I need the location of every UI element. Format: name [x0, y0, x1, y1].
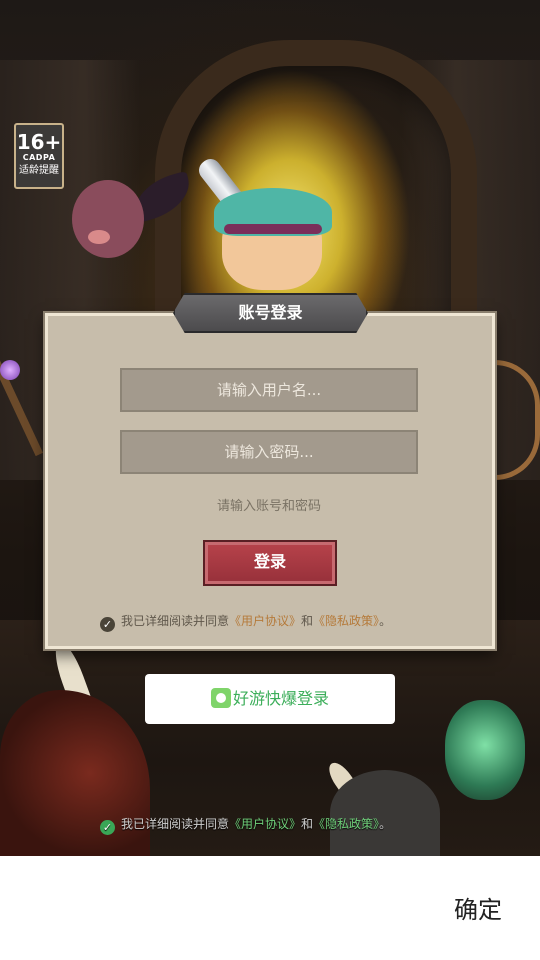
login-button[interactable]: 登录	[203, 540, 337, 586]
agreement-row-panel: ✓ 我已详细阅读并同意《用户协议》和《隐私政策》。	[100, 612, 391, 632]
agreement-prefix: 我已详细阅读并同意	[121, 614, 230, 628]
password-input[interactable]	[120, 430, 418, 474]
check-circle-icon[interactable]: ✓	[100, 617, 115, 632]
age-rating: 16+	[16, 130, 62, 154]
haoyou-login-label: 好游快爆登录	[232, 689, 329, 708]
login-hint: 请输入账号和密码	[216, 499, 321, 514]
agreement-and: 和	[301, 817, 314, 831]
staff-orb	[0, 360, 20, 380]
agreement-and: 和	[301, 614, 314, 628]
age-rating-badge: 16+ CADPA 适龄提醒	[14, 123, 64, 189]
user-agreement-link[interactable]: 《用户协议》	[229, 817, 301, 831]
age-rating-org: CADPA	[22, 153, 56, 162]
flying-pig-monster	[72, 180, 144, 258]
agreement-suffix: 。	[379, 614, 392, 628]
haoyou-kuaibao-logo-icon	[210, 688, 231, 708]
hero-headband	[224, 224, 322, 234]
skull-ghost-monster	[445, 700, 525, 800]
username-input[interactable]	[120, 368, 418, 412]
login-panel-title: 账号登录	[173, 293, 368, 333]
pig-snout	[88, 230, 110, 244]
user-agreement-link[interactable]: 《用户协议》	[229, 614, 301, 628]
privacy-policy-link[interactable]: 《隐私政策》	[313, 817, 379, 831]
viking-warrior	[330, 770, 440, 856]
agreement-prefix: 我已详细阅读并同意	[121, 817, 230, 831]
agreement-suffix: 。	[379, 817, 392, 831]
agreement-row-bottom: ✓ 我已详细阅读并同意《用户协议》和《隐私政策》。	[100, 815, 391, 835]
haoyou-login-button[interactable]: 好游快爆登录	[145, 674, 395, 724]
age-rating-tip: 适龄提醒	[19, 165, 59, 176]
privacy-policy-link[interactable]: 《隐私政策》	[313, 614, 379, 628]
check-circle-icon[interactable]: ✓	[100, 820, 115, 835]
login-panel	[45, 313, 495, 649]
confirm-button[interactable]: 确定	[454, 890, 502, 925]
